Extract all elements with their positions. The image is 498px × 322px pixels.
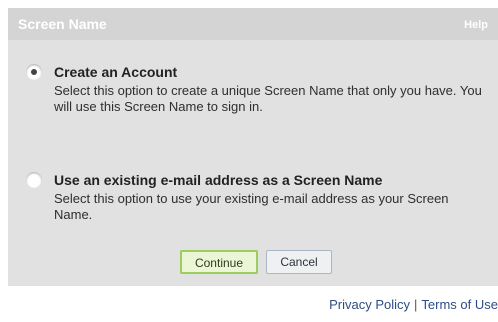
dialog-header: Screen Name Help: [8, 8, 498, 40]
screen-name-dialog: Screen Name Help Create an Account Selec…: [0, 0, 498, 322]
footer-separator: |: [414, 297, 418, 312]
option-description: Select this option to create a unique Sc…: [54, 83, 482, 114]
option-description: Select this option to use your existing …: [54, 191, 449, 222]
radio-unselected-icon[interactable]: [26, 172, 42, 188]
terms-of-use-link[interactable]: Terms of Use: [421, 297, 498, 312]
option-label: Create an Account: [54, 64, 178, 80]
continue-button[interactable]: Continue: [180, 250, 258, 274]
radio-selected-icon[interactable]: [26, 64, 42, 80]
help-link[interactable]: Help: [464, 19, 488, 31]
cancel-button[interactable]: Cancel: [266, 250, 332, 274]
footer-links: Privacy Policy | Terms of Use: [329, 297, 498, 312]
button-row: Continue Cancel: [8, 250, 498, 278]
dialog-title: Screen Name: [18, 16, 107, 32]
options-panel: Create an Account Select this option to …: [8, 40, 498, 286]
footer: Privacy Policy | Terms of Use: [0, 286, 498, 322]
privacy-policy-link[interactable]: Privacy Policy: [329, 297, 410, 312]
option-label: Use an existing e-mail address as a Scre…: [54, 172, 383, 188]
